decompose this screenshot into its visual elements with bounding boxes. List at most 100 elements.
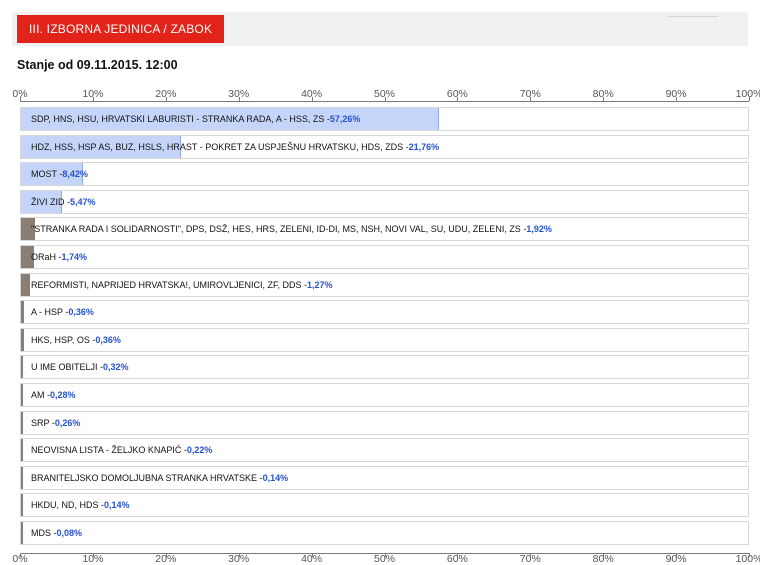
result-label: HKDU, ND, HDS - 0,14%: [31, 494, 130, 516]
vote-percentage: 0,28%: [50, 390, 76, 400]
vote-percentage: 0,36%: [68, 307, 94, 318]
result-row[interactable]: A - HSP - 0,36%: [20, 300, 749, 325]
vote-percentage: 57,26%: [329, 114, 361, 124]
result-label: ŽIVI ZID - 5,47%: [31, 191, 96, 213]
vote-percentage: 0,22%: [186, 445, 213, 456]
result-row[interactable]: SRP - 0,26%: [20, 410, 749, 435]
result-label: SDP, HNS, HSU, HRVATSKI LABURISTI - STRA…: [31, 108, 360, 130]
result-label: REFORMISTI, NAPRIJED HRVATSKA!, UMIROVLJ…: [31, 274, 333, 296]
result-label: A - HSP - 0,36%: [31, 301, 94, 323]
result-bar: [21, 273, 31, 296]
result-row[interactable]: ŽIVI ZID - 5,47%: [20, 189, 749, 214]
corner-decoration: [668, 16, 718, 41]
result-row[interactable]: "STRANKA RADA I SOLIDARNOSTI", DPS, DSŽ,…: [20, 217, 749, 242]
party-name: HKDU, ND, HDS -: [31, 500, 105, 511]
result-bar: [21, 411, 23, 434]
party-name: MDS -: [31, 528, 57, 538]
party-name: A - HSP -: [31, 307, 69, 318]
top-tick-mark: [165, 97, 167, 101]
vote-percentage: 21,76%: [408, 141, 440, 152]
result-row[interactable]: NEOVISNA LISTA - ŽELJKO KNAPIĆ - 0,22%: [20, 438, 749, 463]
top-tick-mark: [749, 97, 750, 101]
top-tick-mark: [603, 97, 605, 101]
result-label: HKS, HSP, OS - 0,36%: [31, 329, 121, 351]
party-name: REFORMISTI, NAPRIJED HRVATSKA!, UMIROVLJ…: [31, 279, 308, 290]
result-label: HDZ, HSS, HSP AS, BUZ, HSLS, HRAST - POK…: [31, 136, 439, 158]
top-tick-mark: [238, 97, 240, 101]
top-tick-mark: [676, 97, 678, 101]
top-tick-mark: [384, 97, 386, 101]
status-timestamp: Stanje od 09.11.2015. 12:00: [17, 58, 178, 72]
bottom-tick-mark: [457, 553, 459, 557]
result-row[interactable]: BRANITELJSKO DOMOLJUBNA STRANKA HRVATSKE…: [20, 465, 749, 490]
result-row[interactable]: AM - 0,28%: [20, 383, 749, 407]
bottom-tick-mark: [165, 553, 167, 557]
result-bar: [21, 494, 23, 517]
top-tick-mark: [311, 97, 313, 101]
top-tick-mark: [457, 97, 459, 101]
result-bar: [21, 328, 24, 351]
vote-percentage: 0,14%: [262, 472, 289, 483]
result-bar: [21, 522, 23, 544]
vote-percentage: 0,26%: [54, 417, 81, 428]
top-tick-mark: [530, 97, 532, 101]
bottom-tick-mark: [530, 553, 532, 557]
bottom-tick-mark: [749, 553, 750, 557]
result-label: U IME OBITELJI - 0,32%: [31, 356, 129, 378]
party-name: HDZ, HSS, HSP AS, BUZ, HSLS, HRAST - POK…: [31, 141, 409, 152]
bottom-tick-mark: [676, 553, 678, 557]
result-row[interactable]: HDZ, HSS, HSP AS, BUZ, HSLS, HRAST - POK…: [20, 134, 749, 159]
constituency-badge[interactable]: III. IZBORNA JEDINICA / ZABOK: [17, 15, 225, 43]
result-label: NEOVISNA LISTA - ŽELJKO KNAPIĆ - 0,22%: [31, 439, 212, 461]
result-row[interactable]: MDS - 0,08%: [20, 521, 749, 545]
party-name: SDP, HNS, HSU, HRVATSKI LABURISTI - STRA…: [31, 114, 330, 124]
result-label: MDS - 0,08%: [31, 522, 82, 544]
result-row[interactable]: SDP, HNS, HSU, HRVATSKI LABURISTI - STRA…: [20, 107, 749, 131]
vote-percentage: 5,47%: [70, 196, 96, 207]
result-bar: [21, 466, 23, 489]
top-axis-line: [20, 101, 749, 102]
result-label: AM - 0,28%: [31, 384, 76, 406]
party-name: BRANITELJSKO DOMOLJUBNA STRANKA HRVATSKE…: [31, 472, 263, 483]
vote-percentage: 0,14%: [104, 500, 130, 511]
party-name: U IME OBITELJI -: [31, 362, 104, 373]
result-row[interactable]: REFORMISTI, NAPRIJED HRVATSKA!, UMIROVLJ…: [20, 272, 749, 297]
top-tick-label: 100%: [735, 88, 760, 100]
bottom-tick-mark: [20, 553, 21, 557]
result-row[interactable]: HKS, HSP, OS - 0,36%: [20, 327, 749, 352]
result-label: "STRANKA RADA I SOLIDARNOSTI", DPS, DSŽ,…: [31, 218, 552, 240]
result-label: BRANITELJSKO DOMOLJUBNA STRANKA HRVATSKE…: [31, 467, 288, 489]
top-tick-mark: [92, 97, 94, 101]
top-tick-mark: [20, 97, 21, 101]
bottom-tick-mark: [311, 553, 313, 557]
result-row[interactable]: U IME OBITELJI - 0,32%: [20, 355, 749, 380]
bottom-tick-mark: [238, 553, 240, 557]
result-bar: [21, 439, 23, 462]
vote-percentage: 1,74%: [61, 252, 88, 262]
party-name: "STRANKA RADA I SOLIDARNOSTI", DPS, DSŽ,…: [31, 224, 527, 235]
party-name: HKS, HSP, OS -: [31, 334, 96, 345]
result-bar: [21, 384, 24, 406]
bottom-tick-mark: [92, 553, 94, 557]
party-name: ORaH -: [31, 252, 62, 262]
vote-percentage: 1,27%: [307, 279, 333, 290]
bottom-tick-label: 100%: [735, 553, 760, 565]
vote-percentage: 8,42%: [62, 169, 88, 180]
result-row[interactable]: HKDU, ND, HDS - 0,14%: [20, 493, 749, 518]
party-name: AM -: [31, 390, 50, 400]
vote-percentage: 1,92%: [526, 224, 552, 235]
bottom-tick-mark: [384, 553, 386, 557]
vote-percentage: 0,32%: [103, 362, 129, 373]
party-name: NEOVISNA LISTA - ŽELJKO KNAPIĆ -: [31, 445, 187, 456]
party-name: ŽIVI ZID -: [31, 196, 70, 207]
result-row[interactable]: MOST - 8,42%: [20, 162, 749, 187]
result-row[interactable]: ORaH - 1,74%: [20, 245, 749, 269]
vote-percentage: 0,08%: [56, 528, 83, 538]
party-name: MOST -: [31, 169, 63, 180]
result-label: MOST - 8,42%: [31, 163, 88, 185]
result-bar: [21, 301, 24, 324]
result-label: SRP - 0,26%: [31, 412, 80, 434]
result-bar: [21, 356, 24, 379]
party-name: SRP -: [31, 417, 55, 428]
bottom-tick-mark: [603, 553, 605, 557]
